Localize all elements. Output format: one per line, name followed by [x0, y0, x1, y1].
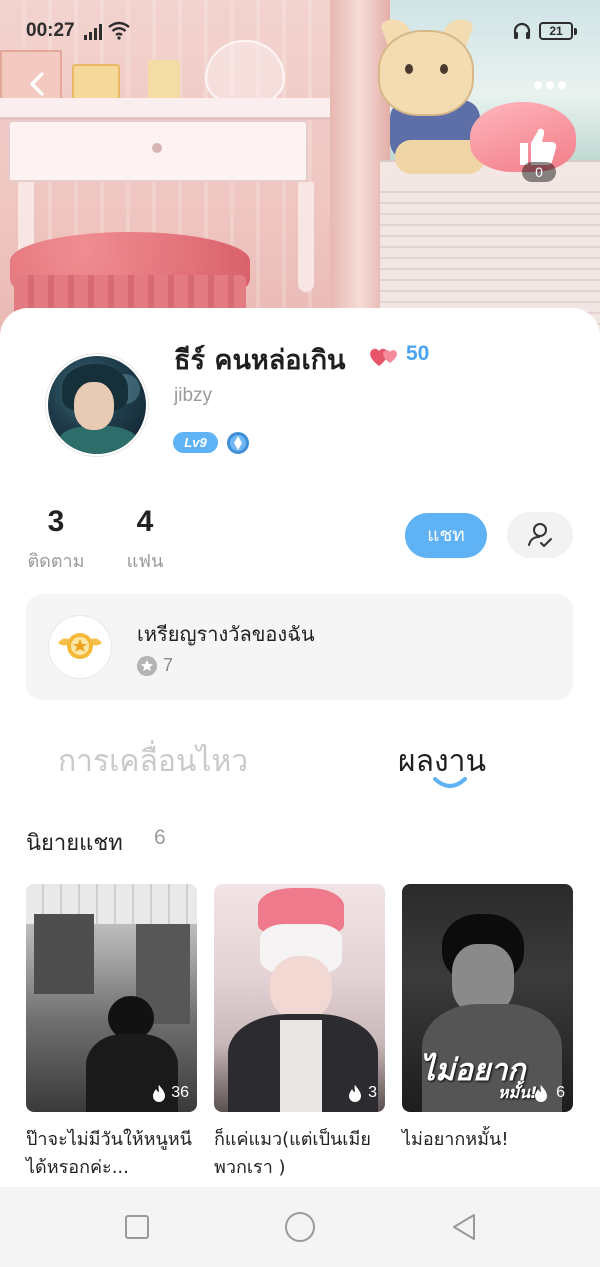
tab-activity[interactable]: การเคลื่อนไหว [58, 738, 248, 785]
medal-title: เหรียญรางวัลของฉัน [137, 622, 315, 646]
star-icon [137, 656, 157, 676]
fire-icon [535, 1085, 547, 1102]
wifi-icon [108, 21, 130, 40]
section-count: 6 [154, 826, 166, 849]
level-badge[interactable]: Lv9 [173, 432, 218, 453]
following-count: 3 [47, 505, 65, 538]
novel-card[interactable]: 36 ป๊าจะไม่มีวันให้หนูหนีได้หรอกค่ะ... [26, 884, 197, 1182]
section-title: นิยายแชท [26, 831, 123, 856]
fans-stat[interactable]: 4 แฟน [122, 502, 168, 575]
following-label: ติดตาม [27, 551, 85, 572]
chat-button[interactable]: แชท [405, 513, 487, 558]
user-follow-icon [528, 523, 552, 547]
novel-card[interactable]: ไม่อยาก หมั้น! 6 ไม่อยากหมั้น! [402, 884, 573, 1154]
medal-icon [48, 615, 112, 679]
fans-label: แฟน [126, 551, 164, 572]
follow-button[interactable] [507, 512, 573, 558]
more-options-button[interactable] [524, 70, 574, 100]
status-time: 00:27 [26, 20, 75, 41]
hearts-icon [370, 348, 397, 366]
novel-title: ก็แค่แมว(แต่เป็นเมียพวกเรา ) [214, 1129, 371, 1178]
headphone-icon [513, 22, 531, 39]
novel-card[interactable]: 3 ก็แค่แมว(แต่เป็นเมียพวกเรา ) [214, 884, 385, 1182]
fire-icon [153, 1085, 165, 1102]
status-bar: 00:27 21 [0, 0, 600, 62]
fans-count: 4 [136, 505, 154, 538]
view-count: 36 [171, 1084, 189, 1101]
signal-icon [84, 24, 102, 40]
back-triangle-icon[interactable] [450, 1212, 478, 1242]
verified-badge-icon[interactable] [226, 431, 250, 455]
novel-cover: ไม่อยาก หมั้น! 6 [402, 884, 573, 1112]
novel-title: ป๊าจะไม่มีวันให้หนูหนีได้หรอกค่ะ... [26, 1129, 192, 1178]
user-id: jibzy [174, 385, 213, 406]
hearts-count: 50 [406, 342, 430, 365]
back-button[interactable] [18, 64, 58, 104]
medal-count: 7 [163, 655, 174, 675]
home-icon[interactable] [285, 1212, 315, 1242]
avatar[interactable] [46, 354, 148, 456]
novel-cover: 3 [214, 884, 385, 1112]
like-count: 0 [522, 162, 556, 182]
following-stat[interactable]: 3 ติดตาม [24, 502, 88, 575]
active-tab-indicator [433, 777, 467, 788]
cover-subtitle-text: หมั้น! [498, 1083, 538, 1102]
user-name: ธีร์ คนหล่อเกิน [174, 345, 346, 376]
view-count: 3 [368, 1084, 377, 1101]
view-count: 6 [556, 1084, 565, 1101]
battery-icon: 21 [539, 22, 577, 40]
novel-title: ไม่อยากหมั้น! [402, 1129, 509, 1150]
recents-icon[interactable] [125, 1215, 149, 1239]
novel-cover: 36 [26, 884, 197, 1112]
fire-icon [349, 1085, 361, 1102]
